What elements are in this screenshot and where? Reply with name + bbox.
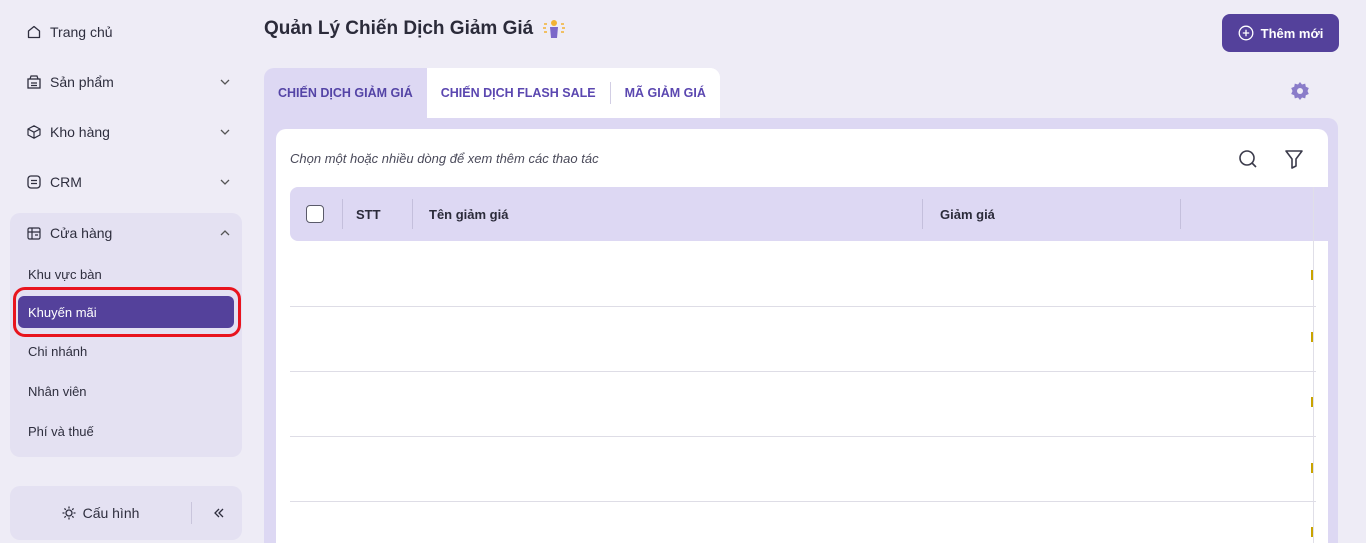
column-divider — [1180, 199, 1181, 229]
config-button[interactable]: Cấu hình — [10, 486, 190, 540]
selection-hint: Chọn một hoặc nhiều dòng để xem thêm các… — [290, 151, 599, 166]
crm-icon — [26, 174, 42, 190]
table-right-edge — [1313, 187, 1314, 543]
tab-group: CHIẾN DỊCH FLASH SALE MÃ GIẢM GIÁ — [426, 68, 720, 118]
filter-icon[interactable] — [1282, 147, 1306, 171]
column-header-discount[interactable]: Giảm giá — [940, 187, 995, 241]
table-row[interactable] — [290, 371, 1316, 372]
sidebar-group-store: Cửa hàng Khu vực bàn Khuyến mãi Chi nhán… — [10, 213, 242, 457]
sidebar-item-home[interactable]: Trang chủ — [10, 12, 242, 52]
column-header-stt[interactable]: STT — [356, 187, 381, 241]
plus-circle-icon — [1238, 25, 1254, 41]
tab-discount-codes[interactable]: MÃ GIẢM GIÁ — [610, 68, 720, 118]
store-icon — [26, 225, 42, 241]
collapse-sidebar-button[interactable] — [200, 486, 238, 540]
sidebar-subitem-branches[interactable]: Chi nhánh — [18, 335, 234, 367]
sidebar-item-label: CRM — [50, 174, 82, 190]
config-label: Cấu hình — [82, 505, 140, 521]
gear-icon[interactable] — [1289, 80, 1311, 102]
sidebar-subitem-fees-taxes[interactable]: Phí và thuế — [18, 415, 234, 447]
divider — [191, 502, 192, 524]
select-all-checkbox[interactable] — [306, 205, 324, 223]
settings-gear-icon — [61, 505, 77, 521]
tab-discount-campaigns[interactable]: CHIẾN DỊCH GIẢM GIÁ — [264, 68, 427, 118]
sidebar-item-label: Trang chủ — [50, 24, 113, 40]
row-tick — [1311, 270, 1313, 280]
table-card: Chọn một hoặc nhiều dòng để xem thêm các… — [276, 129, 1328, 543]
sidebar-subitem-tables[interactable]: Khu vực bàn — [18, 258, 234, 290]
sidebar-item-label: Sản phẩm — [50, 74, 114, 90]
sidebar-subitem-promotions[interactable]: Khuyến mãi — [18, 296, 234, 328]
product-icon — [26, 74, 42, 90]
sidebar-subitem-staff[interactable]: Nhân viên — [18, 375, 234, 407]
table-row[interactable] — [290, 501, 1316, 502]
column-divider — [412, 199, 413, 229]
chevron-down-icon — [220, 179, 230, 185]
chevron-down-icon — [220, 129, 230, 135]
row-tick — [1311, 332, 1313, 342]
page-title-text: Quản Lý Chiến Dịch Giảm Giá — [264, 18, 534, 39]
table-row[interactable] — [290, 436, 1316, 437]
column-divider — [342, 199, 343, 229]
sidebar-item-store[interactable]: Cửa hàng — [10, 213, 242, 253]
sidebar: Trang chủ Sản phẩm Kho hàng CRM Cửa hàng… — [0, 0, 252, 543]
sparkle-person-icon — [541, 18, 567, 40]
tab-flash-sale[interactable]: CHIẾN DỊCH FLASH SALE — [426, 68, 610, 118]
sidebar-item-label: Kho hàng — [50, 124, 110, 140]
search-icon[interactable] — [1236, 147, 1260, 171]
double-chevron-left-icon — [214, 508, 224, 518]
column-header-name[interactable]: Tên giảm giá — [429, 187, 508, 241]
table-header: STT Tên giảm giá Giảm giá — [290, 187, 1328, 241]
chevron-up-icon — [220, 230, 230, 236]
row-tick — [1311, 463, 1313, 473]
page-title: Quản Lý Chiến Dịch Giảm Giá — [264, 18, 567, 40]
add-new-button[interactable]: Thêm mới — [1222, 14, 1339, 52]
chevron-down-icon — [220, 79, 230, 85]
sidebar-item-label: Cửa hàng — [50, 225, 113, 241]
sidebar-item-warehouse[interactable]: Kho hàng — [10, 112, 242, 152]
add-new-label: Thêm mới — [1260, 25, 1324, 41]
sidebar-item-products[interactable]: Sản phẩm — [10, 62, 242, 102]
column-divider — [922, 199, 923, 229]
row-tick — [1311, 397, 1313, 407]
sidebar-item-crm[interactable]: CRM — [10, 162, 242, 202]
home-icon — [26, 24, 42, 40]
warehouse-icon — [26, 124, 42, 140]
sidebar-footer: Cấu hình — [10, 486, 242, 540]
tab-bar: CHIẾN DỊCH GIẢM GIÁ CHIẾN DỊCH FLASH SAL… — [264, 68, 720, 118]
table-row[interactable] — [290, 306, 1316, 307]
row-tick — [1311, 527, 1313, 537]
